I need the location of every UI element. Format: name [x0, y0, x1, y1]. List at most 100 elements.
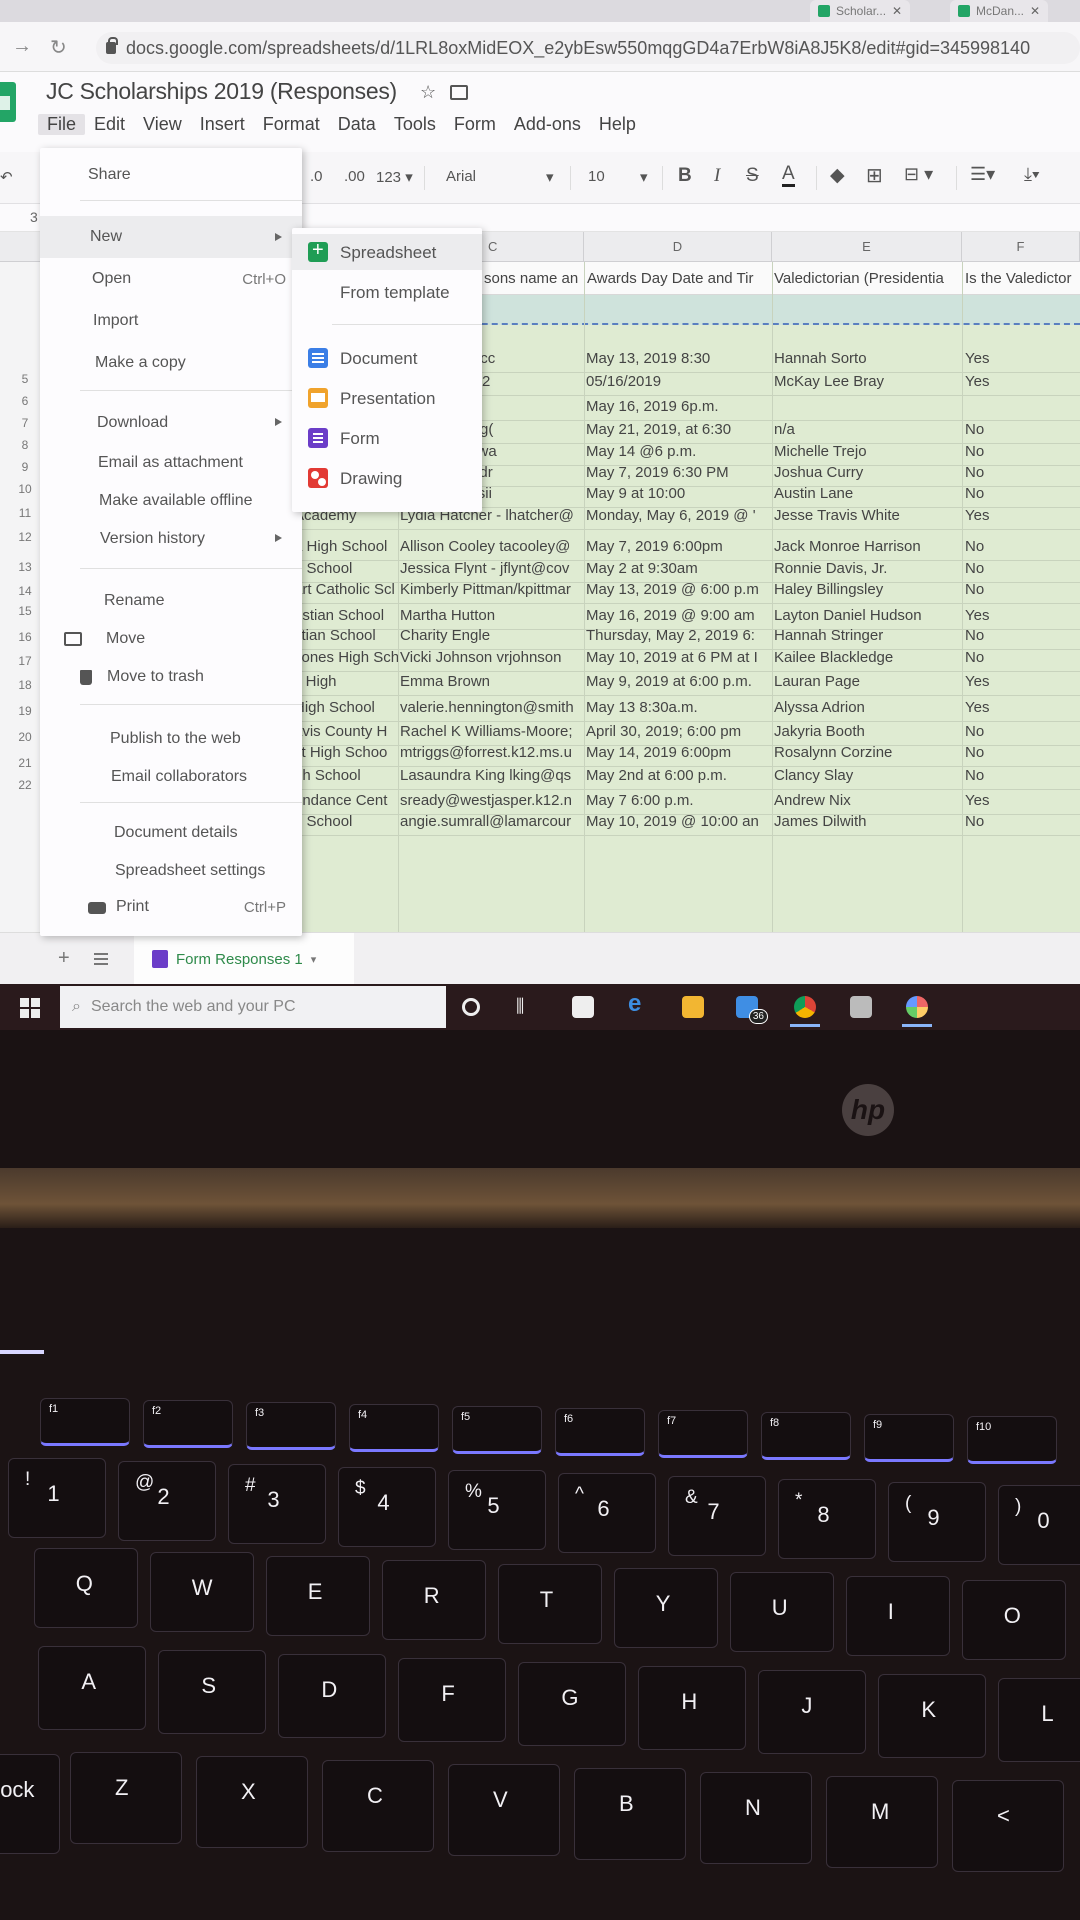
table-cell-d[interactable]: May 14, 2019 6:00pm: [586, 744, 772, 761]
browser-tab[interactable]: McDan... ✕: [950, 0, 1049, 22]
key-y[interactable]: Y: [614, 1568, 718, 1648]
menu-item-make-available-offline[interactable]: Make available offline: [40, 484, 302, 518]
key-c[interactable]: C: [322, 1760, 434, 1852]
table-cell-c[interactable]: Allison Cooley tacooley@: [400, 538, 584, 555]
table-cell-d[interactable]: 05/16/2019: [586, 373, 772, 390]
key-1[interactable]: 1!: [8, 1458, 106, 1538]
menu-item-document-details[interactable]: Document details: [40, 816, 302, 850]
file-explorer-icon[interactable]: [682, 996, 704, 1018]
merge-cells-icon[interactable]: ⊟ ▾: [904, 164, 933, 185]
menu-edit[interactable]: Edit: [85, 114, 134, 135]
close-icon[interactable]: ✕: [892, 4, 902, 18]
caps-lock-key[interactable]: ock: [0, 1754, 60, 1854]
table-cell-e[interactable]: Joshua Curry: [774, 464, 962, 481]
table-cell-d[interactable]: Monday, May 6, 2019 @ ': [586, 507, 772, 524]
table-cell-e[interactable]: Rosalynn Corzine: [774, 744, 962, 761]
taskbar-search[interactable]: ⌕ Search the web and your PC: [60, 986, 446, 1028]
table-cell-d[interactable]: May 13, 2019 @ 6:00 p.m: [586, 581, 772, 598]
menu-item-import[interactable]: Import: [40, 304, 302, 338]
menu-help[interactable]: Help: [590, 114, 645, 135]
table-cell-e[interactable]: Jesse Travis White: [774, 507, 962, 524]
function-key-f3[interactable]: f3: [246, 1402, 336, 1450]
table-cell-d[interactable]: Thursday, May 2, 2019 6:: [586, 627, 772, 644]
table-cell-c[interactable]: Kimberly Pittman/kpittmar: [400, 581, 584, 598]
reload-icon[interactable]: ↻: [50, 35, 67, 60]
sheets-logo-icon[interactable]: [0, 82, 16, 122]
key-v[interactable]: V: [448, 1764, 560, 1856]
fill-color-icon[interactable]: ◆: [830, 164, 845, 187]
function-key-f9[interactable]: f9: [864, 1414, 954, 1462]
key-z[interactable]: Z: [70, 1752, 182, 1844]
key-b[interactable]: B: [574, 1768, 686, 1860]
strikethrough-button[interactable]: S: [746, 165, 759, 187]
menu-item-open[interactable]: Open Ctrl+O: [40, 262, 302, 296]
table-cell-b[interactable]: h School: [294, 813, 398, 830]
edge-icon[interactable]: e: [628, 990, 650, 1017]
chevron-down-icon[interactable]: ▾: [640, 168, 648, 186]
star-icon[interactable]: ☆: [420, 82, 436, 103]
menu-data[interactable]: Data: [329, 114, 385, 135]
table-cell-e[interactable]: Hannah Stringer: [774, 627, 962, 644]
menu-item-email-collaborators[interactable]: Email collaborators: [40, 760, 302, 794]
submenu-item-from-template[interactable]: From template: [292, 274, 482, 310]
function-key-f5[interactable]: f5: [452, 1406, 542, 1454]
table-cell-d[interactable]: May 7, 2019 6:00pm: [586, 538, 772, 555]
menu-view[interactable]: View: [134, 114, 191, 135]
table-cell-e[interactable]: Ronnie Davis, Jr.: [774, 560, 962, 577]
table-cell-b[interactable]: s High: [294, 673, 398, 690]
table-cell-b[interactable]: gh School: [294, 767, 398, 784]
header-cell-d[interactable]: Awards Day Date and Tir: [587, 270, 771, 287]
table-cell-d[interactable]: May 7, 2019 6:30 PM: [586, 464, 772, 481]
key-0[interactable]: 0): [998, 1485, 1080, 1565]
table-cell-c[interactable]: angie.sumrall@lamarcour: [400, 813, 584, 830]
table-cell-e[interactable]: n/a: [774, 421, 962, 438]
function-key-f6[interactable]: f6: [555, 1408, 645, 1456]
decrease-decimal-button[interactable]: .0: [310, 168, 323, 185]
table-cell-b[interactable]: Jones High Sch: [294, 649, 398, 666]
key-d[interactable]: D: [278, 1654, 386, 1738]
increase-decimal-button[interactable]: .00: [344, 168, 365, 185]
table-cell-c[interactable]: mtriggs@forrest.k12.ms.u: [400, 744, 584, 761]
table-cell-f[interactable]: Yes: [965, 350, 1080, 367]
table-cell-e[interactable]: James Dilwith: [774, 813, 962, 830]
table-cell-c[interactable]: Lasaundra King lking@qs: [400, 767, 584, 784]
table-cell-e[interactable]: Michelle Trejo: [774, 443, 962, 460]
text-color-button[interactable]: A: [782, 164, 795, 187]
table-cell-f[interactable]: No: [965, 443, 1080, 460]
menu-item-make-a-copy[interactable]: Make a copy: [40, 346, 302, 380]
table-cell-c[interactable]: Charity Engle: [400, 627, 584, 644]
table-cell-f[interactable]: No: [965, 744, 1080, 761]
forward-icon[interactable]: →: [12, 35, 32, 58]
menu-format[interactable]: Format: [254, 114, 329, 135]
table-cell-e[interactable]: Andrew Nix: [774, 792, 962, 809]
header-cell-e[interactable]: Valedictorian (Presidentia: [774, 270, 962, 287]
mail-icon[interactable]: 36: [736, 996, 768, 1024]
key-s[interactable]: S: [158, 1650, 266, 1734]
table-cell-f[interactable]: No: [965, 485, 1080, 502]
number-format-button[interactable]: 123 ▾: [376, 168, 413, 186]
function-key-f8[interactable]: f8: [761, 1412, 851, 1460]
function-key-f1[interactable]: f1: [40, 1398, 130, 1446]
table-cell-c[interactable]: Martha Hutton: [400, 607, 584, 624]
table-cell-e[interactable]: Layton Daniel Hudson: [774, 607, 962, 624]
menu-file[interactable]: File: [38, 114, 86, 135]
table-cell-f[interactable]: Yes: [965, 792, 1080, 809]
table-cell-d[interactable]: May 10, 2019 @ 10:00 an: [586, 813, 772, 830]
key-x[interactable]: X: [196, 1756, 308, 1848]
menu-item-move[interactable]: Move: [40, 622, 302, 656]
table-cell-f[interactable]: No: [965, 560, 1080, 577]
column-header-f[interactable]: F: [962, 232, 1080, 262]
table-cell-c[interactable]: sready@westjasper.k12.n: [400, 792, 584, 809]
key-g[interactable]: G: [518, 1662, 626, 1746]
header-cell-c[interactable]: sons name an: [484, 270, 584, 287]
table-cell-b[interactable]: st High Schoo: [294, 744, 398, 761]
move-folder-icon[interactable]: [450, 85, 469, 100]
key-9[interactable]: 9(: [888, 1482, 986, 1562]
table-cell-d[interactable]: May 16, 2019 @ 9:00 am: [586, 607, 772, 624]
table-cell-d[interactable]: May 9, 2019 at 6:00 p.m.: [586, 673, 772, 690]
function-key-f2[interactable]: f2: [143, 1400, 233, 1448]
submenu-item-form[interactable]: Form: [292, 420, 482, 456]
key-j[interactable]: J: [758, 1670, 866, 1754]
key-5[interactable]: 5%: [448, 1470, 546, 1550]
table-cell-f[interactable]: Yes: [965, 673, 1080, 690]
